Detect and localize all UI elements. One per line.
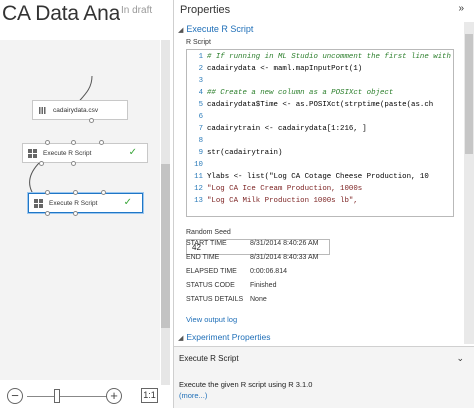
module-execute-r-script-1[interactable]: Execute R Script ✓ (22, 140, 148, 166)
line-number: 6 (198, 113, 203, 121)
collapse-help-icon[interactable]: ⌄ (456, 353, 464, 364)
line-number: 9 (198, 149, 203, 157)
collapse-pane-icon[interactable]: » (458, 3, 464, 14)
completed-check-icon: ✓ (128, 147, 137, 158)
experiment-title[interactable]: CA Data Analysi (2, 2, 120, 26)
line-number: 8 (198, 137, 203, 145)
experiment-header: CA Data Analysi In draft (0, 0, 173, 40)
line-number: 13 (194, 197, 203, 205)
help-more-link[interactable]: (more...) (179, 391, 207, 400)
input-port[interactable] (101, 190, 106, 195)
section-execute-r-script[interactable]: ◢ Execute R Script (178, 24, 253, 34)
detail-value: Finished (250, 282, 277, 289)
detail-key: START TIME (186, 240, 227, 247)
module-execute-r-script-2[interactable]: Execute R Script ✓ (28, 190, 143, 216)
code-text: Ylabs <- list("Log CA Cotage Cheese Prod… (207, 173, 429, 181)
section-experiment-properties[interactable]: ◢ Experiment Properties (178, 332, 270, 342)
help-description: Execute the given R script using R 3.1.0 (179, 380, 313, 389)
input-port[interactable] (99, 140, 104, 145)
line-number: 1 (198, 53, 203, 61)
dataset-icon (38, 106, 47, 115)
code-text: ## Create a new column as a POSIXct obje… (207, 89, 394, 97)
code-text: cadairydata <- maml.mapInputPort(1) (207, 65, 363, 73)
actual-size-button[interactable]: 1:1 (141, 388, 158, 403)
line-number: 4 (198, 89, 203, 97)
detail-value: None (250, 296, 267, 303)
properties-title: Properties (180, 4, 231, 16)
detail-key: STATUS DETAILS (186, 296, 244, 303)
detail-value: 0:00:06.814 (250, 268, 287, 275)
canvas-vertical-scrollbar[interactable] (161, 40, 170, 385)
line-number: 7 (198, 125, 203, 133)
experiment-canvas[interactable]: cadairydata.csv Execute R Script ✓ Execu… (0, 40, 160, 380)
module-help-panel: Execute R Script ⌄ Execute the given R s… (174, 346, 474, 408)
draft-status-badge: In draft (121, 5, 153, 16)
random-seed-label: Random Seed (186, 229, 231, 236)
output-port[interactable] (71, 161, 76, 166)
help-title: Execute R Script (179, 354, 239, 363)
line-number: 3 (198, 77, 203, 85)
section-title: Experiment Properties (186, 332, 271, 342)
detail-value: 8/31/2014 8:40:26 AM (250, 240, 319, 247)
properties-header: Properties » (174, 0, 474, 20)
output-port[interactable] (45, 211, 50, 216)
zoom-toolbar: − + 1:1 (0, 385, 173, 408)
r-script-editor[interactable]: 1 # If running in ML Studio uncomment the… (186, 49, 454, 217)
zoom-slider[interactable] (27, 396, 107, 397)
line-number: 2 (198, 65, 203, 73)
detail-key: END TIME (186, 254, 220, 261)
line-number: 5 (198, 101, 203, 109)
expand-triangle-icon: ◢ (178, 335, 184, 342)
output-port[interactable] (73, 211, 78, 216)
module-label: Execute R Script (43, 150, 92, 157)
detail-key: ELAPSED TIME (186, 268, 237, 275)
input-port[interactable] (45, 140, 50, 145)
code-text: "Log CA Milk Production 1000s lb", (207, 197, 358, 205)
input-port[interactable] (73, 190, 78, 195)
input-port[interactable] (45, 190, 50, 195)
scrollbar-thumb[interactable] (161, 164, 170, 328)
r-script-icon (34, 199, 43, 208)
module-label: Execute R Script (49, 200, 98, 207)
r-script-icon (28, 149, 37, 158)
properties-body: ◢ Execute R Script R Script 1 # If running… (174, 20, 464, 345)
output-port[interactable] (89, 118, 94, 123)
input-port[interactable] (71, 140, 76, 145)
properties-vertical-scrollbar[interactable] (464, 22, 474, 344)
detail-key: STATUS CODE (186, 282, 235, 289)
zoom-slider-thumb[interactable] (54, 389, 60, 403)
r-script-label: R Script (186, 39, 211, 46)
completed-check-icon: ✓ (123, 197, 132, 208)
module-label: cadairydata.csv (53, 107, 99, 114)
view-output-log-link[interactable]: View output log (186, 315, 237, 324)
expand-triangle-icon: ◢ (178, 27, 184, 34)
output-port[interactable] (39, 161, 44, 166)
code-text: str(cadairytrain) (207, 149, 283, 157)
code-text: cadairydata$Time <- as.POSIXct(strptime(… (207, 101, 434, 109)
detail-value: 8/31/2014 8:40:33 AM (250, 254, 319, 261)
zoom-in-button[interactable]: + (106, 388, 122, 404)
code-text: "Log CA Ice Cream Production, 1000s (207, 185, 363, 193)
experiment-canvas-pane: CA Data Analysi In draft cadairydata.csv… (0, 0, 174, 408)
code-text: # If running in ML Studio uncomment the … (207, 53, 453, 61)
properties-pane: Properties » ◢ Execute R Script R Script … (174, 0, 474, 408)
zoom-out-button[interactable]: − (7, 388, 23, 404)
line-number: 11 (194, 173, 203, 181)
scrollbar-thumb[interactable] (465, 34, 473, 154)
module-dataset[interactable]: cadairydata.csv (32, 100, 128, 123)
line-number: 12 (194, 185, 203, 193)
line-number: 10 (194, 161, 203, 169)
section-title: Execute R Script (186, 24, 254, 34)
code-text: cadairytrain <- cadairydata[1:216, ] (207, 125, 367, 133)
